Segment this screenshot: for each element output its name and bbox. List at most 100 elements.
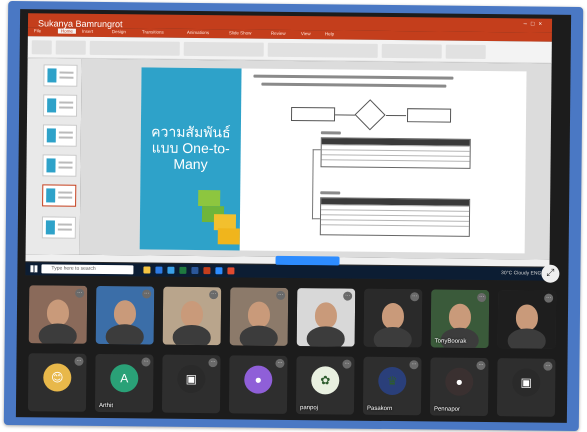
ribbon-tab-help[interactable]: Help: [325, 31, 334, 36]
participant-body: [38, 323, 77, 344]
ribbon-tab-home[interactable]: Home: [57, 28, 76, 34]
excel-icon[interactable]: [179, 266, 187, 274]
slide-thumbnail[interactable]: [41, 216, 76, 239]
participant-tile[interactable]: ▣ ···: [161, 354, 221, 414]
participant-tile[interactable]: ···: [162, 286, 222, 346]
store-icon[interactable]: [167, 266, 175, 274]
ribbon-tab-slide-show[interactable]: Slide Show: [229, 30, 252, 35]
participant-tile[interactable]: ···: [296, 288, 356, 347]
profile-avatar: ●: [244, 365, 273, 394]
more-options-icon[interactable]: ···: [342, 359, 352, 369]
window-controls[interactable]: –□×: [524, 21, 547, 27]
more-options-icon[interactable]: ···: [141, 357, 151, 367]
more-options-icon[interactable]: ···: [543, 361, 553, 371]
taskbar-search[interactable]: Type here to search: [41, 264, 134, 275]
designer-button[interactable]: [445, 44, 486, 60]
ribbon-tab-insert[interactable]: Insert: [82, 29, 93, 34]
participant-tile[interactable]: ▣ ···: [496, 358, 556, 417]
emoji-avatar: 😊: [43, 363, 72, 392]
editing-group[interactable]: [381, 43, 442, 59]
slides-group[interactable]: [55, 40, 86, 55]
participant-tile[interactable]: A ··· Arthit: [94, 353, 154, 413]
table-caption: [320, 131, 341, 135]
participant-face: [46, 299, 70, 326]
more-options-icon[interactable]: ···: [409, 360, 419, 370]
participant-face: [113, 300, 137, 327]
more-options-icon[interactable]: ···: [477, 292, 487, 303]
participant-tile[interactable]: ··· TonyBoorak: [430, 289, 490, 349]
ribbon-tab-design[interactable]: Design: [112, 29, 126, 34]
ribbon-tab-view[interactable]: View: [301, 31, 311, 36]
more-options-icon[interactable]: ···: [75, 288, 85, 298]
paste-button[interactable]: [31, 40, 52, 55]
edge-icon[interactable]: [155, 266, 163, 274]
current-slide[interactable]: ความสัมพันธ์แบบ One-to-Many: [139, 67, 527, 254]
more-options-icon[interactable]: ···: [276, 290, 286, 300]
participant-name: Pasakorn: [366, 405, 393, 413]
more-options-icon[interactable]: ···: [476, 360, 486, 371]
font-group[interactable]: [89, 40, 180, 56]
profile-avatar: ●: [445, 367, 474, 396]
zoom-icon[interactable]: [215, 267, 223, 275]
slide-text-line: [253, 74, 454, 80]
participant-tile[interactable]: ✿ ··· panpoj: [295, 356, 355, 415]
participant-tile[interactable]: ···: [497, 290, 557, 349]
more-options-icon[interactable]: ···: [275, 358, 285, 368]
more-options-icon[interactable]: ···: [343, 291, 353, 301]
file-explorer-icon[interactable]: [143, 266, 151, 274]
more-options-icon[interactable]: ···: [209, 290, 219, 300]
participant-body: [507, 328, 546, 349]
participant-body: [306, 326, 345, 347]
fullscreen-icon[interactable]: ⤢: [541, 264, 560, 283]
ribbon-tab-review[interactable]: Review: [271, 31, 286, 36]
slide-title: ความสัมพันธ์แบบ One-to-Many: [151, 123, 231, 173]
slide-text-line: [261, 82, 447, 88]
participant-name: Arthit: [98, 402, 114, 410]
ribbon-tab-file[interactable]: File: [34, 28, 41, 33]
zoom-window: –□× Sukanya Bamrungrot File Home Insert Des…: [15, 9, 572, 423]
paragraph-group[interactable]: [183, 41, 264, 57]
more-options-icon[interactable]: ···: [74, 356, 84, 366]
slide-thumbnail-selected[interactable]: [42, 184, 77, 207]
participant-face: [180, 300, 204, 328]
slide-thumbnail[interactable]: [42, 124, 77, 147]
participant-face: [381, 302, 405, 330]
chrome-icon[interactable]: [227, 267, 235, 275]
slide-thumbnail[interactable]: [43, 94, 78, 117]
participant-tile[interactable]: 😊 ···: [27, 353, 87, 412]
more-options-icon[interactable]: ···: [208, 358, 218, 368]
participant-face: [314, 302, 338, 329]
participant-tile[interactable]: ● ···: [228, 355, 288, 414]
ribbon-tab-animations[interactable]: Animations: [187, 30, 209, 35]
er-relationship-diamond: [354, 99, 386, 131]
windows-start-icon[interactable]: [30, 265, 38, 273]
slide-thumbnails: [25, 58, 82, 255]
shared-screen: –□× Sukanya Bamrungrot File Home Insert Des…: [25, 13, 553, 281]
participant-body: [239, 325, 278, 346]
participant-tile[interactable]: ♛ ··· Pasakorn: [362, 356, 422, 416]
participant-face: [448, 303, 472, 330]
participant-tile[interactable]: ···: [95, 285, 155, 345]
powerpoint-icon[interactable]: [203, 267, 211, 275]
slide-thumbnail[interactable]: [42, 154, 77, 177]
more-options-icon[interactable]: ···: [142, 289, 152, 299]
slide-thumbnail[interactable]: [43, 64, 78, 87]
ribbon-tab-transitions[interactable]: Transitions: [142, 29, 164, 34]
participant-name: TonyBoorak: [434, 338, 467, 345]
participant-tile[interactable]: ···: [28, 285, 88, 344]
more-options-icon[interactable]: ···: [410, 292, 420, 302]
word-icon[interactable]: [191, 266, 199, 275]
drawing-group[interactable]: [267, 42, 378, 58]
sticky-note-green: [198, 190, 221, 207]
slide-canvas: ความสัมพันธ์แบบ One-to-Many: [79, 58, 552, 260]
participant-tile[interactable]: ···: [363, 288, 423, 348]
er-line: [386, 114, 407, 117]
profile-avatar: ♛: [378, 366, 407, 396]
participant-tile[interactable]: ···: [229, 287, 289, 346]
profile-avatar: ✿: [311, 366, 340, 395]
er-entity-box: [406, 108, 452, 123]
more-options-icon[interactable]: ···: [544, 293, 554, 303]
system-tray[interactable]: 30°C Cloudy ENG: [501, 270, 541, 276]
participant-tile[interactable]: ● ··· Pennapor: [429, 357, 489, 417]
er-entity-box: [290, 106, 336, 122]
